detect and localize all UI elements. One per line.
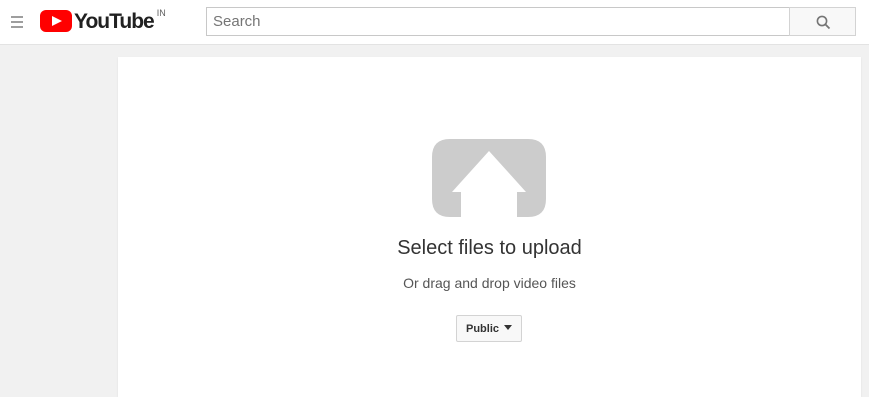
country-code: IN bbox=[156, 8, 166, 18]
masthead: YouTube IN bbox=[0, 0, 869, 45]
hamburger-menu-icon[interactable] bbox=[8, 12, 26, 32]
caret-down-icon bbox=[504, 325, 512, 330]
logo-text: YouTube bbox=[74, 10, 155, 33]
privacy-dropdown[interactable]: Public bbox=[456, 315, 522, 342]
search-input[interactable] bbox=[206, 7, 790, 36]
search-button[interactable] bbox=[789, 7, 856, 36]
privacy-label: Public bbox=[465, 322, 499, 335]
upload-title: Select files to upload bbox=[397, 237, 582, 259]
upload-subtitle: Or drag and drop video files bbox=[403, 275, 576, 291]
upload-panel: Select files to upload Or drag and drop … bbox=[118, 57, 861, 397]
youtube-logo[interactable]: YouTube IN bbox=[40, 8, 166, 35]
search-icon bbox=[816, 15, 831, 30]
youtube-logo-icon bbox=[40, 10, 72, 32]
upload-arrow-icon[interactable] bbox=[430, 139, 548, 222]
